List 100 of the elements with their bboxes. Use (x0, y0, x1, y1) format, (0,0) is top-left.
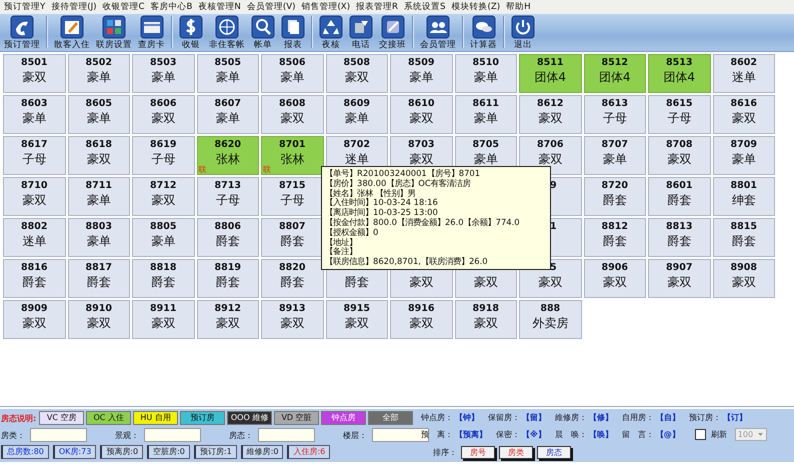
status-legend-button[interactable]: 预订房 (180, 411, 226, 425)
toolbar-button[interactable]: 预订管理 (1, 14, 43, 51)
room-tile[interactable]: 8911 豪双 (132, 300, 194, 339)
room-tile[interactable]: 8701 张林 联 (261, 136, 324, 175)
room-tile[interactable]: 8606 豪双 (132, 95, 194, 134)
menu-item[interactable]: 预订管理Y (1, 1, 48, 13)
room-tile[interactable]: 8502 豪单 (68, 54, 130, 93)
toolbar-button[interactable]: 收银 (176, 14, 206, 51)
status-legend-button[interactable]: OOO 維修 (227, 411, 272, 425)
menu-item[interactable]: 收银管理C (100, 1, 148, 13)
menu-item[interactable]: 报表管理R (353, 1, 402, 13)
room-tile[interactable]: 8620 张林 联 (196, 136, 259, 175)
room-tile[interactable]: 8913 豪双 (261, 300, 324, 339)
room-tile[interactable]: 8820 爵套 (261, 259, 324, 298)
room-tile[interactable]: 888 外卖房 (519, 300, 582, 339)
room-tile[interactable]: 8711 豪单 (68, 177, 130, 216)
room-tile[interactable]: 8916 豪双 (390, 300, 452, 339)
room-tile[interactable]: 8505 豪单 (196, 54, 259, 93)
room-tile[interactable]: 8906 豪双 (584, 259, 646, 298)
room-count[interactable]: 预订房:1 (194, 445, 237, 459)
room-tile[interactable]: 8803 豪单 (68, 218, 130, 257)
menu-item[interactable]: 客房中心B (148, 1, 196, 13)
room-tile[interactable]: 8812 爵套 (584, 218, 646, 257)
room-tile[interactable]: 8603 豪单 (3, 95, 66, 134)
room-tile[interactable]: 8802 迷单 (3, 218, 66, 257)
room-tile[interactable]: 8508 豪双 (326, 54, 388, 93)
menu-item[interactable]: 帮助H (503, 1, 534, 13)
room-tile[interactable]: 8715 子母 (261, 177, 324, 216)
toolbar-button[interactable]: 非住客帐 (206, 14, 248, 51)
toolbar-button[interactable]: 帐单 (248, 14, 278, 51)
room-tile[interactable]: 8818 爵套 (132, 259, 194, 298)
room-tile[interactable]: 8908 豪双 (712, 259, 775, 298)
room-tile[interactable]: 8910 豪双 (68, 300, 130, 339)
status-legend-button[interactable]: VC 空房 (39, 411, 84, 425)
room-tile[interactable]: 8509 豪单 (390, 54, 452, 93)
room-tile[interactable]: 8605 豪单 (68, 95, 130, 134)
room-tile[interactable]: 8616 豪双 (712, 95, 775, 134)
toolbar-button[interactable]: 交接班 (376, 14, 409, 51)
menu-item[interactable]: 模块转换(Z) (448, 1, 504, 13)
toolbar-button[interactable]: 散客入住 (51, 14, 93, 51)
room-tile[interactable]: 8813 爵套 (648, 218, 710, 257)
sort-button[interactable]: 房态 (537, 446, 571, 459)
room-tile[interactable]: 8503 豪单 (132, 54, 194, 93)
toolbar-button[interactable]: 查房卡 (135, 14, 168, 51)
menu-item[interactable]: 夜核管理N (195, 1, 244, 13)
room-tile[interactable]: 8707 豪单 (584, 136, 646, 175)
menu-item[interactable]: 会员管理(V) (244, 1, 298, 13)
room-tile[interactable]: 8611 豪单 (454, 95, 517, 134)
room-tile[interactable]: 8513 团体4 (648, 54, 710, 93)
room-tile[interactable]: 8613 子母 (584, 95, 646, 134)
room-count[interactable]: OK房:73 (52, 445, 96, 459)
room-tile[interactable]: 8617 子母 (3, 136, 66, 175)
toolbar-button[interactable]: 报表 (278, 14, 308, 51)
room-count[interactable]: 維修房:0 (240, 445, 284, 459)
room-tile[interactable]: 8710 豪双 (3, 177, 66, 216)
toolbar-button[interactable]: 计算器 (467, 14, 500, 51)
room-tile[interactable]: 8712 豪双 (132, 177, 194, 216)
room-tile[interactable]: 8805 豪单 (132, 218, 194, 257)
status-legend-button[interactable]: 全部 (368, 411, 413, 425)
room-count[interactable]: 预离房:0 (100, 445, 144, 459)
room-count[interactable]: 总房数:80 (1, 445, 49, 459)
room-tile[interactable]: 8602 迷单 (712, 54, 775, 93)
room-tile[interactable]: 8909 豪双 (3, 300, 66, 339)
room-tile[interactable]: 8817 爵套 (68, 259, 130, 298)
status-legend-button[interactable]: OC 入住 (86, 411, 132, 425)
room-tile[interactable]: 8816 爵套 (3, 259, 66, 298)
menu-item[interactable]: 接待管理(J) (48, 1, 100, 13)
menu-item[interactable]: 系统设置S (401, 1, 448, 13)
toolbar-button[interactable]: 电话 (346, 14, 376, 51)
room-tile[interactable]: 8618 豪双 (68, 136, 130, 175)
toolbar-button[interactable]: 夜核 (316, 14, 346, 51)
room-tile[interactable]: 8708 豪双 (648, 136, 710, 175)
room-tile[interactable]: 8713 子母 (196, 177, 259, 216)
status-legend-button[interactable]: 钟点房 (321, 411, 366, 425)
toolbar-button[interactable]: 会员管理 (417, 14, 459, 51)
menu-item[interactable]: 销售管理(X) (298, 1, 354, 13)
room-tile[interactable]: 8720 爵套 (584, 177, 646, 216)
status-legend-button[interactable]: VD 空脏 (274, 411, 320, 425)
toolbar-button[interactable]: 联房设置 (93, 14, 135, 51)
sort-button[interactable]: 房号 (461, 446, 495, 459)
room-tile[interactable]: 8912 豪双 (196, 300, 259, 339)
room-tile[interactable]: 8601 爵套 (648, 177, 710, 216)
room-tile[interactable]: 8907 豪双 (648, 259, 710, 298)
room-tile[interactable]: 8615 子母 (648, 95, 710, 134)
room-tile[interactable]: 8510 豪单 (454, 54, 517, 93)
room-tile[interactable]: 8610 豪双 (390, 95, 452, 134)
room-tile[interactable]: 8806 爵套 (196, 218, 259, 257)
room-tile[interactable]: 8607 豪单 (196, 95, 259, 134)
room-tile[interactable]: 8807 爵套 (261, 218, 324, 257)
sort-button[interactable]: 房类 (499, 446, 533, 459)
status-legend-button[interactable]: HU 自用 (133, 411, 178, 425)
room-tile[interactable]: 8819 爵套 (196, 259, 259, 298)
toolbar-button[interactable]: 退出 (508, 14, 538, 51)
room-tile[interactable]: 8619 子母 (132, 136, 194, 175)
room-tile[interactable]: 8915 豪双 (326, 300, 388, 339)
room-tile[interactable]: 8501 豪双 (3, 54, 66, 93)
room-tile[interactable]: 8506 豪单 (261, 54, 324, 93)
room-tile[interactable]: 8511 团体4 (519, 54, 582, 93)
room-count[interactable]: 空脏房:0 (147, 445, 190, 459)
room-tile[interactable]: 8512 团体4 (584, 54, 646, 93)
